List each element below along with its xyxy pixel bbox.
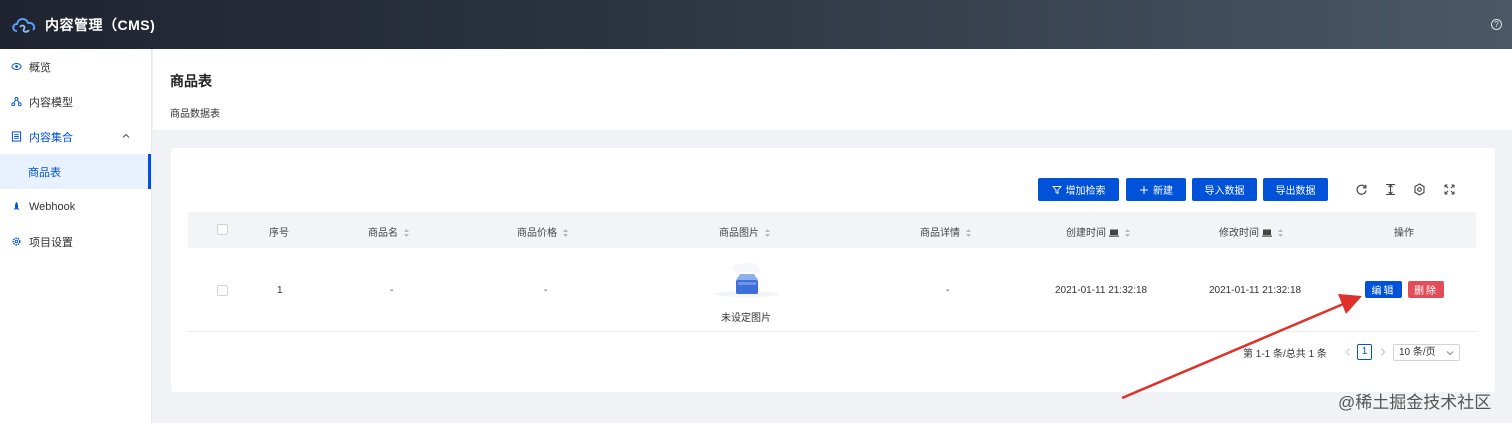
import-label: 导入数据	[1204, 186, 1245, 197]
sidebar-item-label: 项目设置	[29, 236, 73, 249]
watermark-text: @稀土掘金技术社区	[1338, 393, 1492, 412]
column-label: 商品名	[368, 228, 398, 239]
refresh-icon[interactable]	[1355, 183, 1368, 196]
sort-icon[interactable]	[1124, 227, 1131, 239]
create-label: 新建	[1153, 186, 1173, 197]
column-label: 商品图片	[719, 228, 759, 239]
desktop-icon	[1262, 229, 1272, 238]
edit-button[interactable]: 编辑	[1365, 281, 1402, 298]
cloud-logo-icon	[12, 17, 36, 33]
select-all-checkbox[interactable]	[217, 224, 228, 235]
table-header: 序号 商品名 商品价格 商品图片 商品详情 创建时间 修改时间 操作	[188, 212, 1476, 248]
add-filter-button[interactable]: 增加检索	[1038, 178, 1119, 201]
column-label: 商品价格	[517, 228, 557, 239]
page-title: 商品表	[170, 73, 212, 89]
chevron-right-icon[interactable]	[1379, 347, 1387, 357]
plus-icon	[1140, 185, 1148, 194]
sidebar-item-content-model[interactable]: 内容模型	[0, 84, 151, 119]
sidebar: 概览 内容模型 内容集合 商品表 Webhook 项目设置	[0, 49, 152, 423]
cell-name: -	[390, 285, 394, 296]
column-header-price[interactable]: 商品价格	[517, 224, 569, 239]
chevron-up-icon[interactable]	[122, 132, 130, 140]
column-header-actions: 操作	[1394, 228, 1414, 239]
eye-icon	[11, 62, 22, 71]
question-circle-icon[interactable]: ?	[1491, 19, 1502, 30]
column-height-icon[interactable]	[1384, 183, 1397, 196]
top-bar: 内容管理（CMS) ?	[0, 0, 1512, 49]
table-row: 1 - - 未设定图片 - 2021-01-11 21:32:18 2021-0…	[188, 248, 1476, 332]
list-icon	[11, 131, 22, 142]
filter-icon	[1051, 185, 1062, 194]
sort-icon[interactable]	[562, 227, 569, 239]
sidebar-item-label: 内容模型	[29, 96, 73, 109]
chevron-left-icon[interactable]	[1344, 347, 1352, 357]
cell-image-caption: 未设定图片	[721, 313, 771, 324]
cluster-icon	[11, 96, 22, 107]
gear-icon	[12, 237, 21, 246]
sidebar-item-product-table[interactable]: 商品表	[0, 154, 151, 189]
sidebar-item-webhook[interactable]: Webhook	[0, 189, 151, 224]
empty-image-icon	[715, 262, 779, 297]
row-checkbox[interactable]	[217, 285, 228, 296]
create-button[interactable]: 新建	[1126, 178, 1186, 201]
delete-button[interactable]: 删除	[1408, 281, 1444, 298]
column-header-image[interactable]: 商品图片	[719, 224, 771, 239]
desktop-icon	[1109, 229, 1119, 238]
page-number-current[interactable]: 1	[1357, 344, 1372, 360]
column-label: 修改时间	[1219, 228, 1259, 239]
column-label: 创建时间	[1066, 228, 1106, 239]
sort-icon[interactable]	[965, 227, 972, 239]
sidebar-item-content-collection[interactable]: 内容集合	[0, 119, 151, 154]
chevron-down-icon	[1446, 351, 1454, 356]
rocket-icon	[13, 201, 20, 211]
column-header-created[interactable]: 创建时间	[1066, 224, 1131, 239]
sidebar-item-label: Webhook	[29, 200, 76, 213]
sidebar-item-project-settings[interactable]: 项目设置	[0, 224, 151, 259]
page-header: 商品表 商品数据表	[153, 49, 1512, 130]
cell-created: 2021-01-11 21:32:18	[1055, 285, 1148, 296]
setting-icon[interactable]	[1413, 183, 1426, 196]
import-data-button[interactable]: 导入数据	[1192, 178, 1257, 201]
app-title: 内容管理（CMS)	[45, 16, 156, 33]
fullscreen-icon[interactable]	[1443, 183, 1456, 196]
column-header-detail[interactable]: 商品详情	[920, 224, 972, 239]
sort-icon[interactable]	[403, 227, 410, 239]
cell-modified: 2021-01-11 21:32:18	[1209, 285, 1302, 296]
page-subtitle: 商品数据表	[170, 109, 220, 120]
sort-icon[interactable]	[1277, 227, 1284, 239]
column-label: 商品详情	[920, 228, 960, 239]
sidebar-item-label: 商品表	[28, 166, 61, 179]
column-header-name[interactable]: 商品名	[368, 224, 410, 239]
sidebar-item-label: 内容集合	[29, 131, 73, 144]
column-header-modified[interactable]: 修改时间	[1219, 224, 1284, 239]
pagination-summary: 第 1-1 条/总共 1 条	[1243, 349, 1327, 360]
page-size-select[interactable]: 10 条/页	[1393, 344, 1460, 361]
export-data-button[interactable]: 导出数据	[1263, 178, 1328, 201]
sort-icon[interactable]	[764, 227, 771, 239]
cell-index: 1	[277, 285, 283, 296]
cell-detail: -	[946, 285, 950, 296]
sidebar-item-label: 概览	[29, 61, 51, 74]
export-label: 导出数据	[1275, 186, 1316, 197]
sidebar-item-overview[interactable]: 概览	[0, 49, 151, 84]
add-filter-label: 增加检索	[1065, 186, 1106, 197]
column-header-index: 序号	[269, 228, 289, 239]
cell-price: -	[544, 285, 548, 296]
page-size-value: 10 条/页	[1399, 347, 1436, 358]
